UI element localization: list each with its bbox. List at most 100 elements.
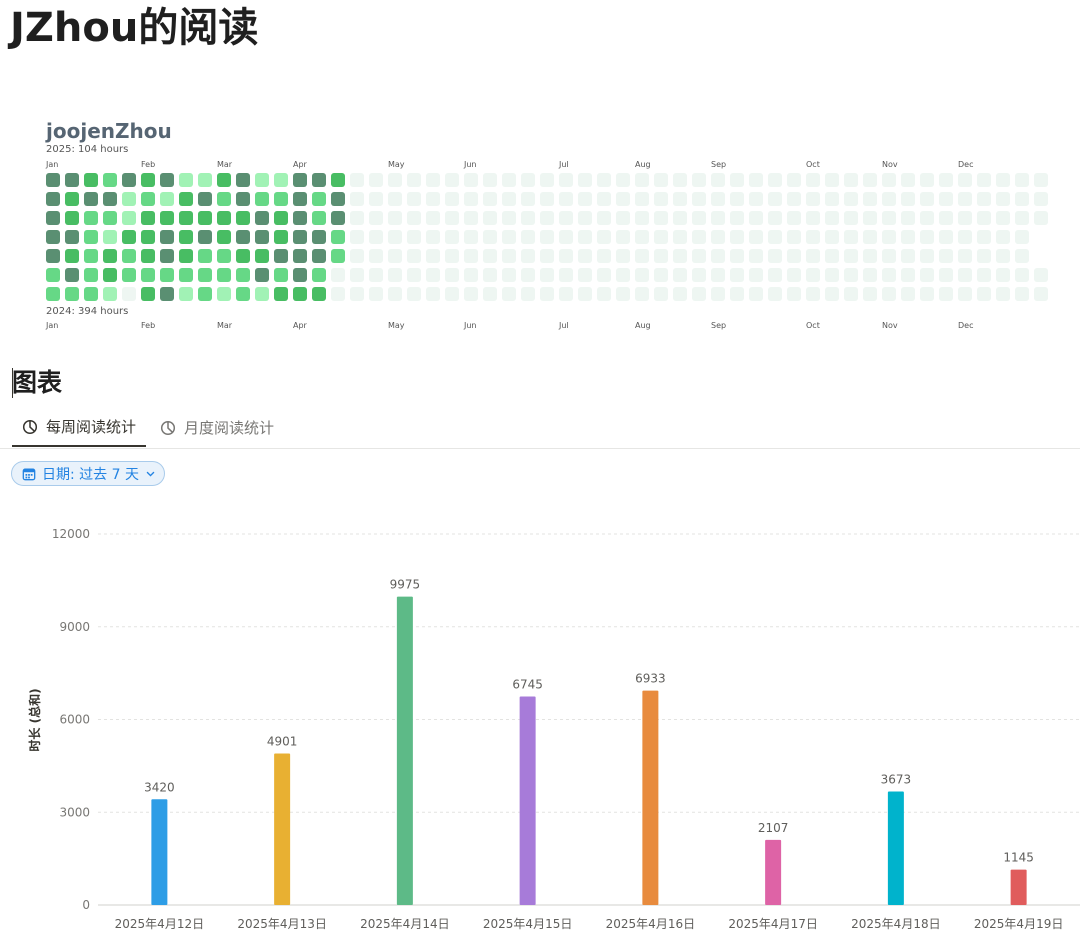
heatmap-day-cell <box>84 249 98 263</box>
heatmap-day-cell <box>597 249 611 263</box>
heatmap-day-cell <box>407 249 421 263</box>
heatmap-day-cell <box>616 192 630 206</box>
heatmap-day-cell <box>331 268 345 282</box>
heatmap-day-cell <box>958 287 972 301</box>
heatmap-day-cell <box>84 230 98 244</box>
heatmap-day-cell <box>578 230 592 244</box>
heatmap-day-cell <box>141 268 155 282</box>
tab-label: 每周阅读统计 <box>46 418 137 436</box>
bar[interactable] <box>519 696 536 905</box>
bar[interactable] <box>765 839 782 905</box>
month-label-top-may: May <box>388 160 405 169</box>
heatmap-day-cell <box>521 249 535 263</box>
heatmap-day-cell <box>160 211 174 225</box>
heatmap-day-cell <box>65 230 79 244</box>
heatmap-day-cell <box>502 268 516 282</box>
heatmap-day-cell <box>1034 268 1048 282</box>
heatmap-day-cell <box>141 173 155 187</box>
heatmap-day-cell <box>654 268 668 282</box>
month-label-top-sep: Sep <box>711 160 727 169</box>
heatmap-day-cell <box>768 230 782 244</box>
heatmap-day-cell <box>749 192 763 206</box>
heatmap-day-cell <box>445 268 459 282</box>
tab-monthly-stats[interactable]: 月度阅读统计 <box>158 408 276 447</box>
heatmap-day-cell <box>46 287 60 301</box>
heatmap-day-cell <box>996 249 1010 263</box>
heatmap-day-cell <box>312 287 326 301</box>
month-label-top-feb: Feb <box>141 160 156 169</box>
heatmap-day-cell <box>198 192 212 206</box>
heatmap-day-cell <box>939 230 953 244</box>
month-label-top-aug: Aug <box>635 160 651 169</box>
heatmap-day-cell <box>84 173 98 187</box>
heatmap-day-cell <box>654 211 668 225</box>
heatmap-day-cell <box>654 230 668 244</box>
bar-data-label: 3673 <box>881 772 912 786</box>
heatmap-day-cell <box>521 230 535 244</box>
heatmap-day-cell <box>597 173 611 187</box>
heatmap-day-cell <box>502 249 516 263</box>
heatmap-day-cell <box>217 173 231 187</box>
heatmap-day-cell <box>920 230 934 244</box>
tab-weekly-stats[interactable]: 每周阅读统计 <box>12 408 147 447</box>
heatmap-day-cell <box>844 211 858 225</box>
heatmap-day-cell <box>749 268 763 282</box>
heatmap-day-cell <box>350 173 364 187</box>
bar[interactable] <box>151 799 168 905</box>
heatmap-day-cell <box>996 173 1010 187</box>
heatmap-day-cell <box>198 230 212 244</box>
bar[interactable] <box>1010 869 1027 905</box>
heatmap-day-cell <box>939 249 953 263</box>
month-label-bottom-jun: Jun <box>464 321 477 330</box>
heatmap-day-cell <box>825 192 839 206</box>
heatmap-day-cell <box>65 192 79 206</box>
heatmap-day-cell <box>749 211 763 225</box>
heatmap-day-cell <box>103 287 117 301</box>
heatmap-day-cell <box>255 192 269 206</box>
bar-data-label: 3420 <box>144 780 175 794</box>
bar[interactable] <box>642 690 659 905</box>
reading-heatmap: joojenZhou 2025: 104 hours Jan Feb Mar Apr M… <box>46 118 1048 338</box>
chart-tabs: 每周阅读统计 月度阅读统计 <box>0 408 1080 449</box>
date-filter-button[interactable]: 日期: 过去 7 天 <box>11 461 165 486</box>
heatmap-day-cell <box>1015 173 1029 187</box>
heatmap-day-cell <box>388 268 402 282</box>
heatmap-day-cell <box>274 211 288 225</box>
heatmap-day-cell <box>540 192 554 206</box>
heatmap-day-cell <box>996 211 1010 225</box>
heatmap-day-cell <box>426 287 440 301</box>
heatmap-day-cell <box>863 249 877 263</box>
heatmap-day-cell <box>692 287 706 301</box>
heatmap-day-cell <box>407 230 421 244</box>
heatmap-day-cell <box>616 268 630 282</box>
month-label-bottom-oct: Oct <box>806 321 820 330</box>
heatmap-day-cell <box>141 249 155 263</box>
heatmap-day-cell <box>901 230 915 244</box>
y-tick-label: 9000 <box>59 620 90 634</box>
heatmap-day-cell <box>673 287 687 301</box>
heatmap-day-cell <box>141 192 155 206</box>
heatmap-day-cell <box>787 249 801 263</box>
heatmap-day-cell <box>559 192 573 206</box>
heatmap-day-cell <box>217 287 231 301</box>
heatmap-day-cell <box>559 249 573 263</box>
heatmap-day-cell <box>635 249 649 263</box>
month-label-top-jul: Jul <box>559 160 569 169</box>
heatmap-day-cell <box>350 268 364 282</box>
heatmap-day-cell <box>673 230 687 244</box>
bar[interactable] <box>274 753 291 905</box>
pie-chart-icon <box>22 419 38 434</box>
bar[interactable] <box>887 791 904 905</box>
bar[interactable] <box>396 596 413 905</box>
heatmap-day-cell <box>806 249 820 263</box>
x-tick-label: 2025年4月16日 <box>606 917 695 931</box>
heatmap-day-cell <box>521 211 535 225</box>
heatmap-day-cell <box>958 173 972 187</box>
heatmap-day-cell <box>787 230 801 244</box>
heatmap-day-cell <box>863 287 877 301</box>
heatmap-day-cell <box>863 192 877 206</box>
heatmap-day-cell <box>635 287 649 301</box>
heatmap-day-cell <box>217 249 231 263</box>
heatmap-day-cell <box>464 249 478 263</box>
heatmap-day-cell <box>787 287 801 301</box>
